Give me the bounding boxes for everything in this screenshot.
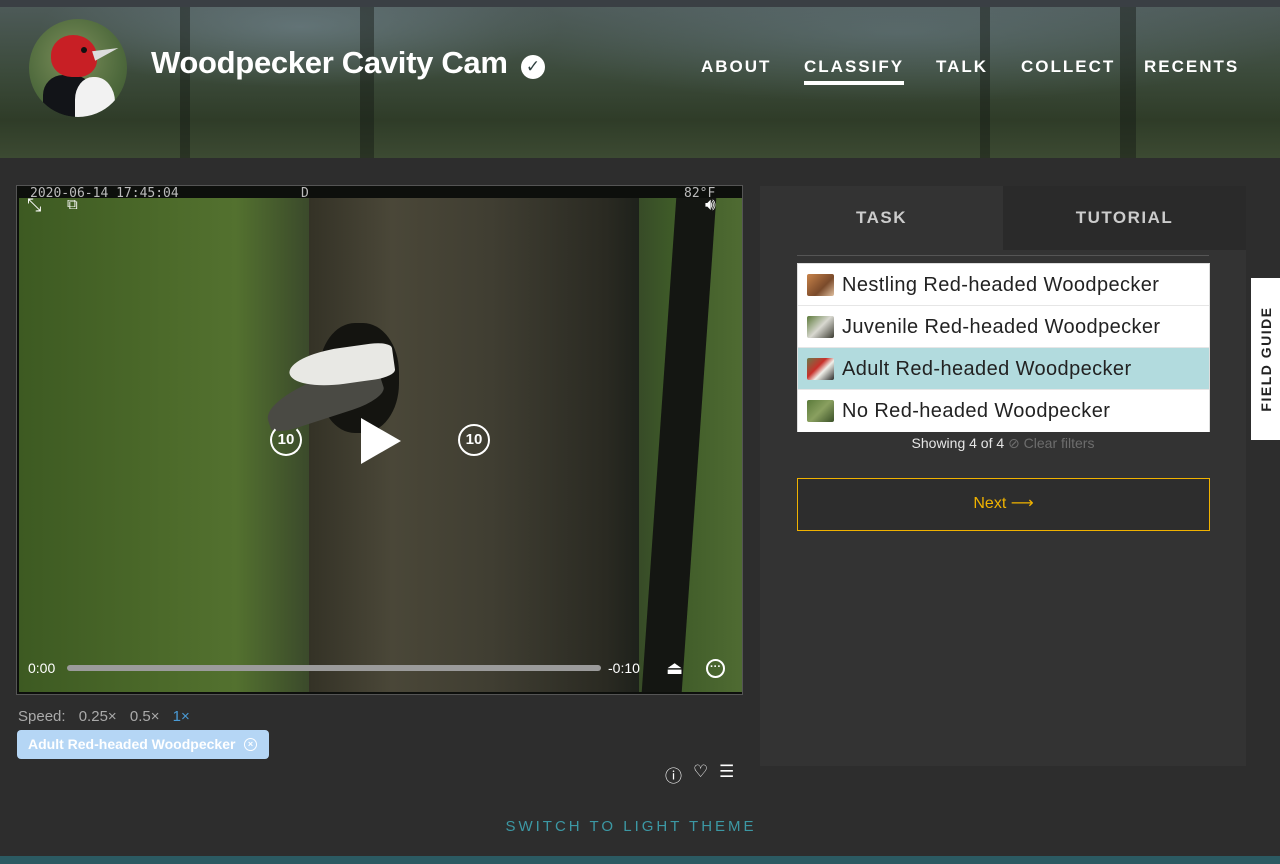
- answer-option-nestling[interactable]: Nestling Red-headed Woodpecker: [798, 264, 1209, 306]
- video-current-time: 0:00: [28, 660, 56, 676]
- video-timestamp-overlay: 2020-06-14 17:45:04: [30, 186, 179, 201]
- option-thumbnail: [807, 316, 834, 338]
- speed-controls: Speed: 0.25× 0.5× 1×: [18, 708, 199, 725]
- answer-option-adult[interactable]: Adult Red-headed Woodpecker: [798, 348, 1209, 390]
- play-icon[interactable]: [361, 418, 401, 464]
- option-thumbnail: [807, 274, 834, 296]
- speed-label: Speed:: [18, 708, 66, 725]
- option-label: No Red-headed Woodpecker: [842, 400, 1111, 422]
- speed-option-0.5[interactable]: 0.5×: [130, 708, 160, 725]
- clear-filters-button[interactable]: ⊘ Clear filters: [1008, 435, 1094, 451]
- option-thumbnail: [807, 358, 834, 380]
- answer-options-list: Nestling Red-headed Woodpecker Juvenile …: [797, 263, 1210, 432]
- video-flag-overlay: D: [301, 186, 309, 201]
- picture-in-picture-icon[interactable]: ⧉: [67, 196, 78, 214]
- nav-talk[interactable]: TALK: [936, 57, 988, 77]
- info-icon[interactable]: ⓘ: [665, 762, 682, 787]
- tab-task[interactable]: TASK: [760, 186, 1003, 250]
- fullscreen-icon[interactable]: ⤡: [27, 196, 41, 214]
- top-strip: [0, 0, 1280, 7]
- video-scrubber[interactable]: [67, 665, 601, 671]
- option-label: Juvenile Red-headed Woodpecker: [842, 316, 1161, 338]
- selected-answer-label: Adult Red-headed Woodpecker: [28, 736, 236, 752]
- more-options-icon[interactable]: ···: [706, 659, 725, 678]
- speed-option-0.25[interactable]: 0.25×: [79, 708, 117, 725]
- nav-collect[interactable]: COLLECT: [1021, 57, 1115, 77]
- video-player[interactable]: 2020-06-14 17:45:04 D 82°F ⤡ ⧉ 🔊︎ 10 10: [16, 185, 743, 695]
- answer-option-juvenile[interactable]: Juvenile Red-headed Woodpecker: [798, 306, 1209, 348]
- answer-option-none[interactable]: No Red-headed Woodpecker: [798, 390, 1209, 432]
- field-guide-tab[interactable]: FIELD GUIDE: [1251, 278, 1280, 440]
- footer-bar: [0, 856, 1280, 864]
- option-thumbnail: [807, 400, 834, 422]
- project-header: Woodpecker Cavity Cam ✓ ABOUT CLASSIFY T…: [0, 7, 1280, 158]
- project-nav: ABOUT CLASSIFY TALK COLLECT RECENTS: [0, 57, 1280, 97]
- tab-tutorial[interactable]: TUTORIAL: [1003, 186, 1246, 250]
- video-fence-post: [641, 198, 717, 692]
- tab-divider: [797, 255, 1209, 256]
- nav-about[interactable]: ABOUT: [701, 57, 771, 77]
- nav-classify[interactable]: CLASSIFY: [804, 57, 905, 85]
- clear-filters-label: Clear filters: [1023, 435, 1095, 451]
- skip-back-icon[interactable]: 10: [270, 424, 302, 456]
- speed-option-1[interactable]: 1×: [173, 708, 190, 725]
- remove-tag-icon[interactable]: ×: [244, 738, 257, 751]
- showing-count: Showing 4 of 4: [911, 435, 1005, 451]
- avatar-bird-eye: [81, 47, 87, 53]
- ban-icon: ⊘: [1008, 435, 1020, 451]
- selected-answer-tag: Adult Red-headed Woodpecker ×: [17, 730, 269, 759]
- airplay-icon[interactable]: ⏏: [666, 659, 683, 677]
- volume-icon[interactable]: 🔊︎: [705, 196, 716, 214]
- field-guide-label: FIELD GUIDE: [1257, 306, 1274, 412]
- next-button[interactable]: Next ⟶: [797, 478, 1210, 531]
- option-label: Nestling Red-headed Woodpecker: [842, 274, 1160, 296]
- switch-theme-link[interactable]: SWITCH TO LIGHT THEME: [0, 818, 1262, 835]
- filter-status: Showing 4 of 4 ⊘ Clear filters: [760, 435, 1246, 452]
- option-label: Adult Red-headed Woodpecker: [842, 358, 1132, 380]
- nav-recents[interactable]: RECENTS: [1144, 57, 1239, 77]
- video-remaining-time: -0:10: [608, 660, 640, 676]
- skip-forward-icon[interactable]: 10: [458, 424, 490, 456]
- heart-icon[interactable]: ♡: [693, 762, 708, 782]
- task-panel: TASK TUTORIAL Nestling Red-headed Woodpe…: [760, 186, 1246, 766]
- list-icon[interactable]: ☰: [719, 762, 734, 782]
